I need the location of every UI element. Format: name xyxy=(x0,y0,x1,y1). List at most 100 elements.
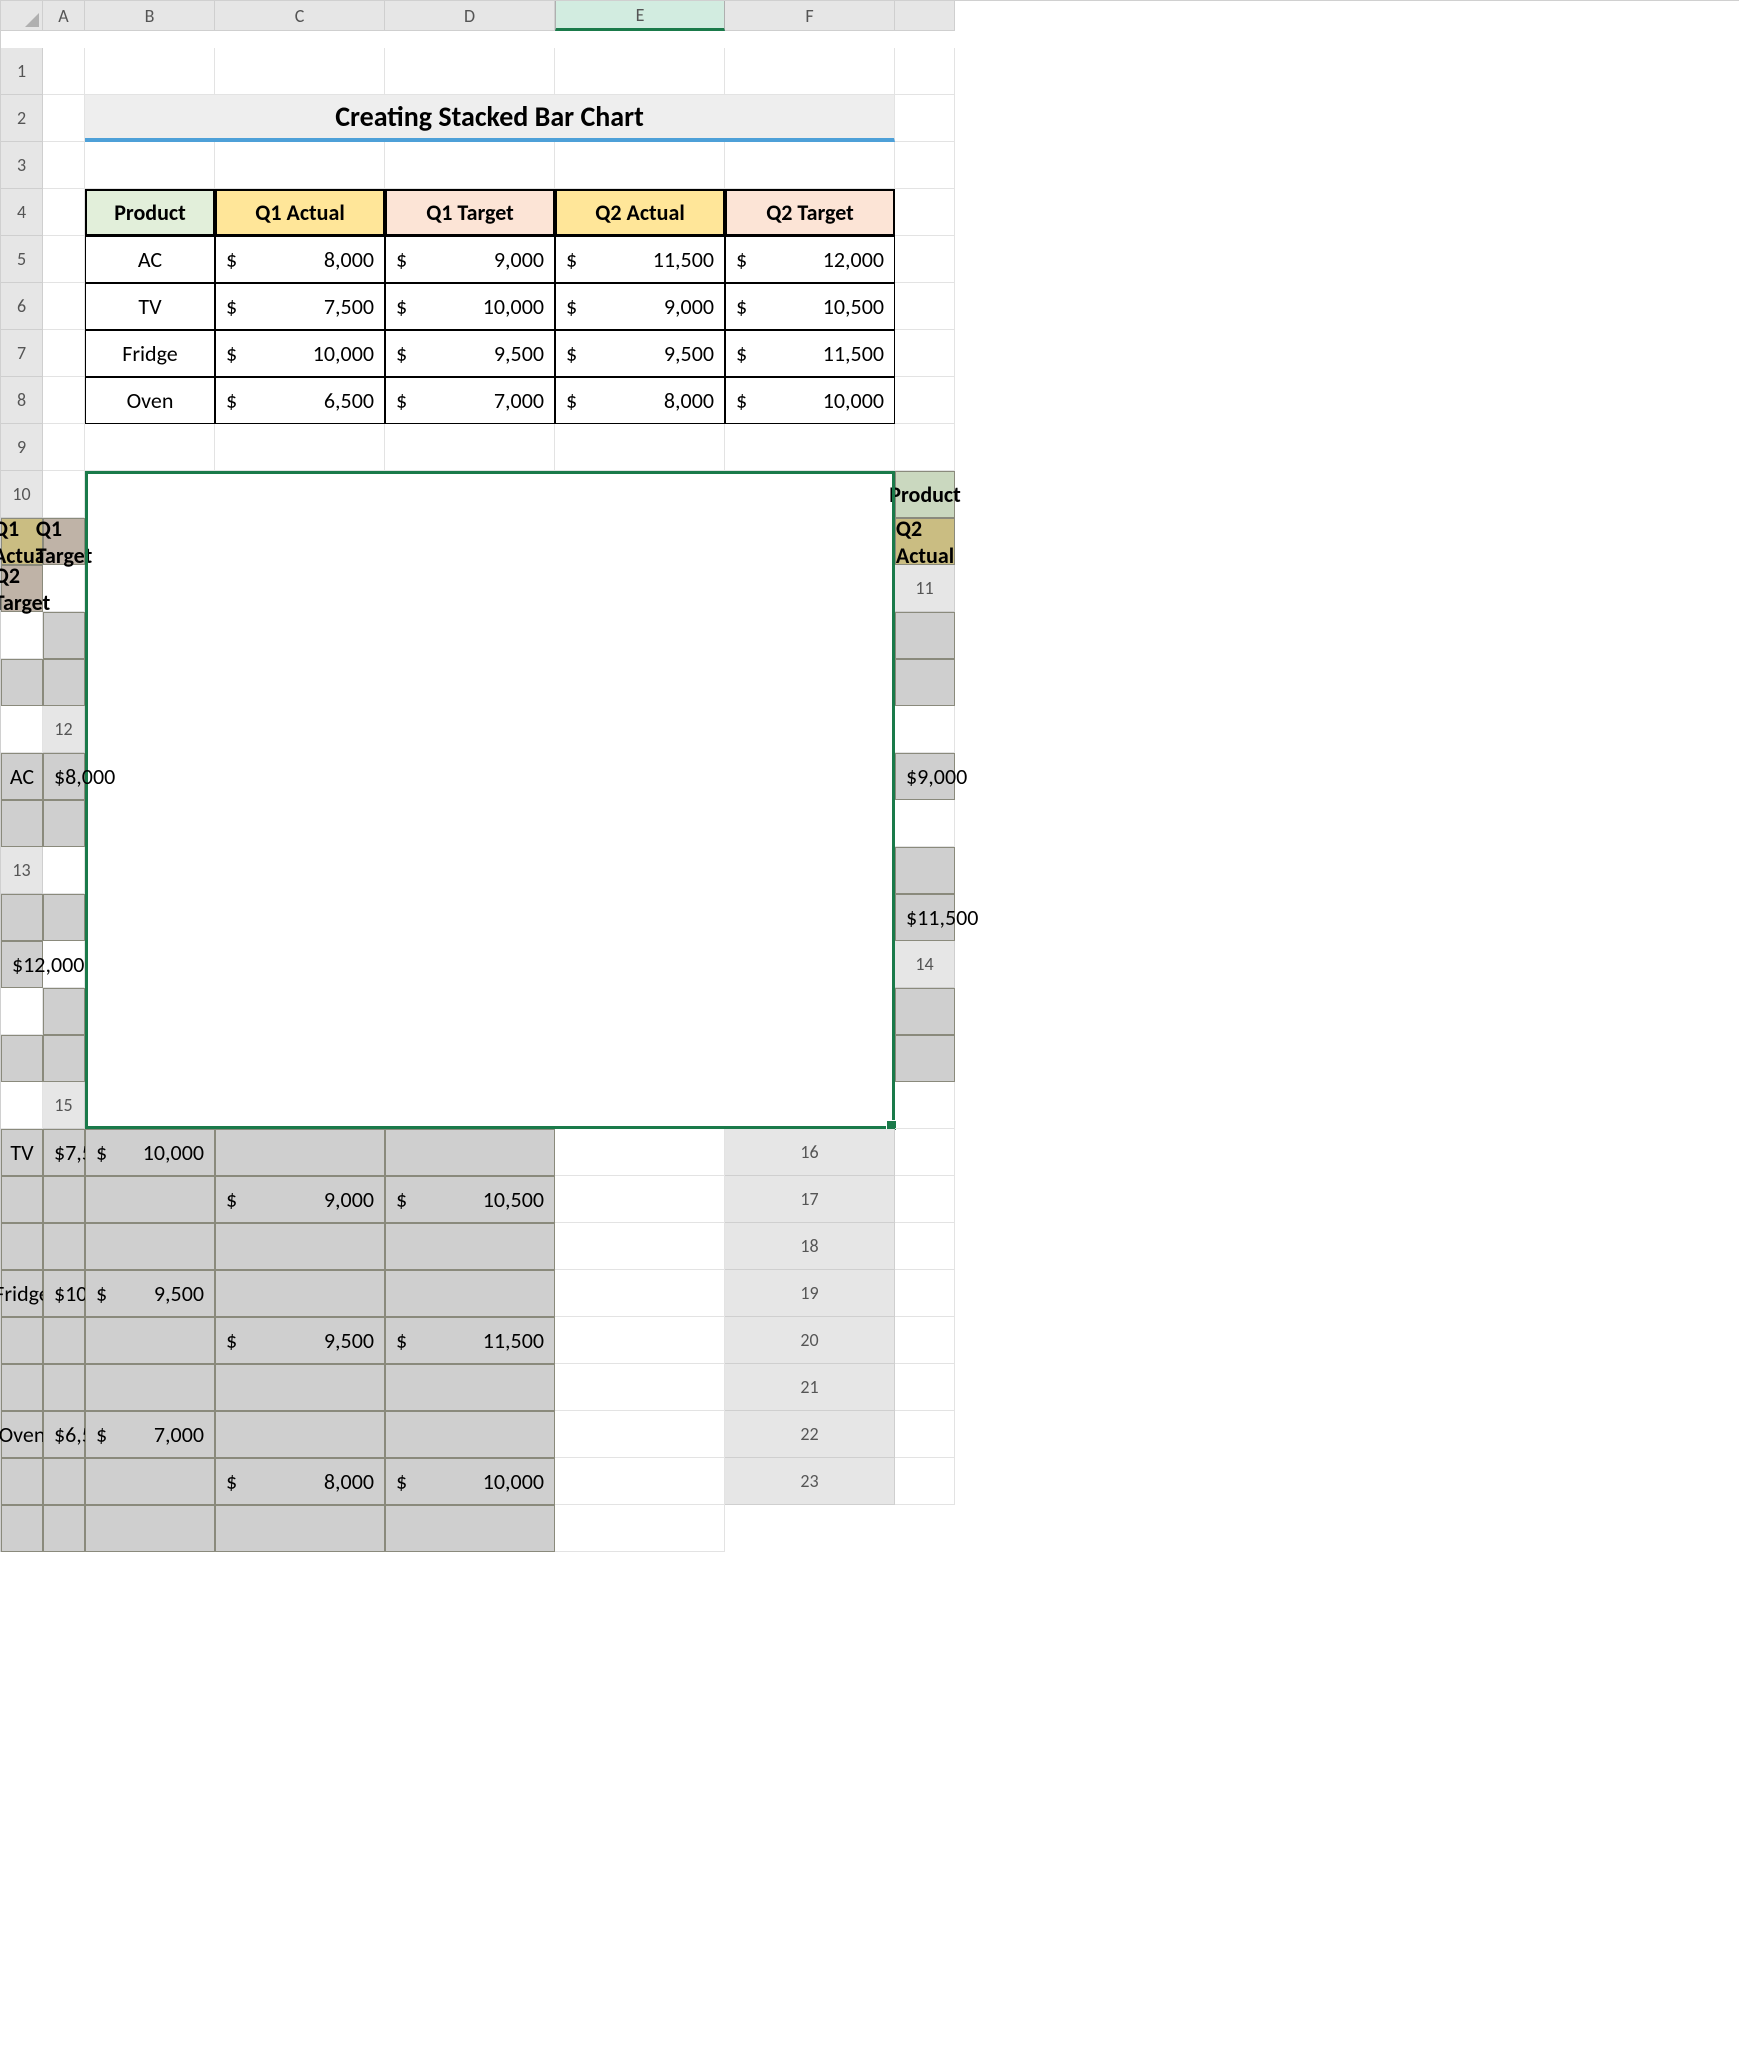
cell-A11[interactable] xyxy=(1,612,43,659)
t2-r18-f[interactable] xyxy=(385,1270,555,1317)
t2-g0-product[interactable]: AC xyxy=(1,753,43,800)
cell-G10[interactable] xyxy=(43,565,85,612)
t2-r13-c[interactable] xyxy=(1,894,43,941)
cell-A9[interactable] xyxy=(43,424,85,471)
t2-r18-e[interactable] xyxy=(215,1270,385,1317)
t2-r11-e[interactable] xyxy=(43,659,85,706)
t2-g1-product[interactable]: TV xyxy=(1,1129,43,1176)
row-header-3[interactable]: 3 xyxy=(1,142,43,189)
cell-F3[interactable] xyxy=(725,142,895,189)
t1-h-q1target[interactable]: Q1 Target xyxy=(385,189,555,236)
t2-r12-f[interactable] xyxy=(43,800,85,847)
t2-r16-d[interactable] xyxy=(85,1176,215,1223)
t2-g3-q1a[interactable]: $6,500 xyxy=(43,1411,85,1458)
row-header-9[interactable]: 9 xyxy=(1,424,43,471)
t2-h-q2actual[interactable]: Q2 Actual xyxy=(895,518,955,565)
cell-A4[interactable] xyxy=(43,189,85,236)
t1-r3-c2[interactable]: $8,000 xyxy=(555,377,725,424)
t2-r11-d[interactable] xyxy=(1,659,43,706)
t2-g1-q1t[interactable]: $10,000 xyxy=(85,1129,215,1176)
t2-h-product[interactable]: Product xyxy=(895,471,955,518)
t2-g1-q2a[interactable]: $9,000 xyxy=(215,1176,385,1223)
t2-r23-f[interactable] xyxy=(385,1505,555,1552)
t2-r17-c[interactable] xyxy=(43,1223,85,1270)
cell-G13[interactable] xyxy=(43,941,85,988)
cell-C3[interactable] xyxy=(215,142,385,189)
t2-r17-d[interactable] xyxy=(85,1223,215,1270)
cell-G14[interactable] xyxy=(1,1082,43,1129)
cell-G8[interactable] xyxy=(895,377,955,424)
cell-G5[interactable] xyxy=(895,236,955,283)
cell-G18[interactable] xyxy=(555,1270,725,1317)
t2-g0-q2a[interactable]: $11,500 xyxy=(895,894,955,941)
t1-r0-c2[interactable]: $11,500 xyxy=(555,236,725,283)
row-header-22[interactable]: 22 xyxy=(725,1411,895,1458)
cell-G21[interactable] xyxy=(555,1411,725,1458)
t2-r20-f[interactable] xyxy=(385,1364,555,1411)
t2-r19-b[interactable] xyxy=(1,1317,43,1364)
t2-r20-d[interactable] xyxy=(85,1364,215,1411)
row-header-23[interactable]: 23 xyxy=(725,1458,895,1505)
t2-g2-q2a[interactable]: $9,500 xyxy=(215,1317,385,1364)
cell-A21[interactable] xyxy=(895,1364,955,1411)
row-header-4[interactable]: 4 xyxy=(1,189,43,236)
t2-r23-b[interactable] xyxy=(1,1505,43,1552)
cell-A22[interactable] xyxy=(895,1411,955,1458)
row-header-7[interactable]: 7 xyxy=(1,330,43,377)
row-header-21[interactable]: 21 xyxy=(725,1364,895,1411)
t2-r13-b[interactable] xyxy=(895,847,955,894)
row-header-8[interactable]: 8 xyxy=(1,377,43,424)
t2-r20-c[interactable] xyxy=(43,1364,85,1411)
t2-r17-f[interactable] xyxy=(385,1223,555,1270)
col-header-blank[interactable] xyxy=(895,1,955,31)
cell-A15[interactable] xyxy=(895,1082,955,1129)
col-header-E[interactable]: E xyxy=(555,1,725,31)
t2-g2-q1a[interactable]: $10,000 xyxy=(43,1270,85,1317)
row-header-5[interactable]: 5 xyxy=(1,236,43,283)
t2-g3-q2t[interactable]: $10,000 xyxy=(385,1458,555,1505)
cell-B9[interactable] xyxy=(85,424,215,471)
cell-E1[interactable] xyxy=(555,48,725,95)
row-header-10[interactable]: 10 xyxy=(1,471,43,518)
select-all-corner[interactable] xyxy=(1,1,43,31)
t1-h-product[interactable]: Product xyxy=(85,189,215,236)
t2-r15-f[interactable] xyxy=(385,1129,555,1176)
cell-A17[interactable] xyxy=(895,1176,955,1223)
t2-r14-e[interactable] xyxy=(43,1035,85,1082)
t2-r15-e[interactable] xyxy=(215,1129,385,1176)
cell-G2[interactable] xyxy=(895,95,955,142)
cell-F9[interactable] xyxy=(725,424,895,471)
t1-r2-c0[interactable]: $10,000 xyxy=(215,330,385,377)
t2-r11-c[interactable] xyxy=(895,612,955,659)
row-header-19[interactable]: 19 xyxy=(725,1270,895,1317)
cell-G17[interactable] xyxy=(555,1223,725,1270)
row-header-6[interactable]: 6 xyxy=(1,283,43,330)
cell-D3[interactable] xyxy=(385,142,555,189)
t1-r3-c3[interactable]: $10,000 xyxy=(725,377,895,424)
row-header-18[interactable]: 18 xyxy=(725,1223,895,1270)
col-header-F[interactable]: F xyxy=(725,1,895,31)
t2-r14-d[interactable] xyxy=(1,1035,43,1082)
cell-A3[interactable] xyxy=(43,142,85,189)
cell-A7[interactable] xyxy=(43,330,85,377)
t2-g2-q2t[interactable]: $11,500 xyxy=(385,1317,555,1364)
cell-A18[interactable] xyxy=(895,1223,955,1270)
cell-B3[interactable] xyxy=(85,142,215,189)
t2-g1-q1a[interactable]: $7,500 xyxy=(43,1129,85,1176)
t2-r21-f[interactable] xyxy=(385,1411,555,1458)
t2-h-q2target[interactable]: Q2 Target xyxy=(1,565,43,612)
t1-r1-c0[interactable]: $7,500 xyxy=(215,283,385,330)
t1-r3-c0[interactable]: $6,500 xyxy=(215,377,385,424)
cell-A5[interactable] xyxy=(43,236,85,283)
cell-A8[interactable] xyxy=(43,377,85,424)
t1-r3-product[interactable]: Oven xyxy=(85,377,215,424)
col-header-B[interactable]: B xyxy=(85,1,215,31)
t1-r2-c2[interactable]: $9,500 xyxy=(555,330,725,377)
col-header-C[interactable]: C xyxy=(215,1,385,31)
t2-r22-d[interactable] xyxy=(85,1458,215,1505)
cell-G7[interactable] xyxy=(895,330,955,377)
cell-G12[interactable] xyxy=(895,800,955,847)
cell-G1[interactable] xyxy=(895,48,955,95)
cell-G3[interactable] xyxy=(895,142,955,189)
t2-r20-e[interactable] xyxy=(215,1364,385,1411)
